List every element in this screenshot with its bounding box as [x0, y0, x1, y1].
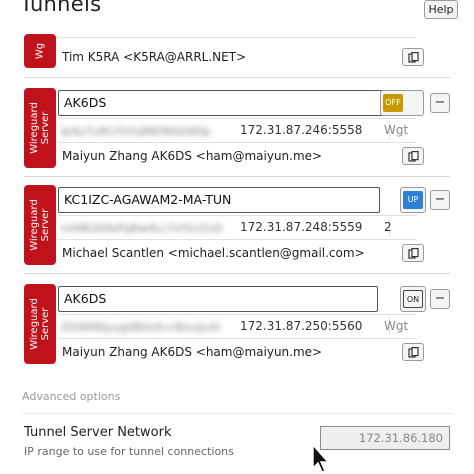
copy-button[interactable] [402, 147, 424, 165]
advanced-options-label: Advanced options [22, 390, 121, 403]
remove-tunnel-button[interactable]: − [430, 190, 450, 210]
row-divider [58, 239, 416, 240]
copy-button[interactable] [402, 343, 424, 361]
state-badge: ON [403, 290, 423, 308]
server-type-label: Wg [34, 42, 46, 60]
server-type-tab: Wg [24, 34, 56, 68]
server-type-label: Wireguard Server [29, 199, 51, 251]
contact-text: Michael Scantlen <michael.scantlen@gmail… [62, 246, 365, 260]
tunnel-extra-field[interactable]: 2 [384, 218, 392, 236]
tunnel-state-toggle[interactable]: ON [400, 286, 426, 312]
public-key-text: mH8t2k9sPqRw4Lc7xYb1Zv0 [61, 222, 223, 234]
row-divider [58, 142, 416, 143]
row-divider [58, 338, 416, 339]
tunnel-extra-field[interactable]: Wgt [384, 317, 408, 335]
page-title: Tunnels [20, 0, 102, 16]
tunnel-card: Wireguard Server KC1IZC-AGAWAM2-MA-TUN U… [24, 185, 450, 267]
endpoint-text: 172.31.87.246:5558 [240, 121, 390, 139]
tunnel-card: Wireguard Server AK6DS OFF − Ip4y7u9Cr5r… [24, 88, 450, 170]
tunnel-network-input[interactable]: 172.31.86.180 [320, 426, 450, 450]
public-key-text: Ip4y7u9Cr5rfvjRN3KbG6Dp [61, 125, 211, 137]
tunnel-extra-field[interactable]: Wgt [384, 121, 408, 139]
copy-button[interactable] [402, 244, 424, 262]
tunnel-state-toggle[interactable]: UP [400, 187, 426, 213]
advanced-divider [22, 413, 452, 414]
callsign-input[interactable]: KC1IZC-AGAWAM2-MA-TUN [58, 187, 380, 213]
contact-text: Maiyun Zhang AK6DS <ham@maiyun.me> [62, 345, 323, 359]
tunnel-network-title: Tunnel Server Network [24, 425, 172, 440]
row-divider [58, 37, 416, 38]
tunnel-state-toggle[interactable]: OFF [380, 90, 424, 116]
server-type-tab: Wireguard Server [24, 88, 56, 168]
card-divider [24, 176, 450, 177]
server-type-tab: Wireguard Server [24, 185, 56, 265]
contact-text: Maiyun Zhang AK6DS <ham@maiyun.me> [62, 149, 323, 163]
tunnel-card: Wireguard Server AK6DS ON − ZDlWWlpvgbBH… [24, 284, 450, 366]
remove-tunnel-button[interactable]: − [430, 93, 450, 113]
contact-text: Tim K5RA <K5RA@ARRL.NET> [62, 50, 247, 64]
tunnel-network-subtitle: IP range to use for tunnel connections [24, 445, 234, 458]
endpoint-text: 172.31.87.248:5559 [240, 218, 390, 236]
callsign-input[interactable]: AK6DS [58, 286, 378, 312]
state-badge: OFF [383, 94, 403, 112]
clipboard-icon [408, 151, 419, 162]
row-divider [58, 215, 416, 216]
state-badge: UP [403, 191, 423, 209]
clipboard-icon [408, 52, 419, 63]
mouse-pointer-icon [312, 444, 330, 473]
card-divider [24, 273, 450, 274]
row-divider [58, 314, 416, 315]
callsign-input[interactable]: AK6DS [58, 90, 402, 116]
public-key-text: ZDlWWlpvgbBHvfx+Nmsbx0 [61, 321, 220, 333]
remove-tunnel-button[interactable]: − [430, 289, 450, 309]
copy-button[interactable] [402, 48, 424, 66]
clipboard-icon [408, 248, 419, 259]
endpoint-text: 172.31.87.250:5560 [240, 317, 390, 335]
server-type-label: Wireguard Server [29, 102, 51, 154]
help-button[interactable]: Help [424, 0, 458, 19]
server-type-label: Wireguard Server [29, 298, 51, 350]
row-divider [58, 118, 416, 119]
clipboard-icon [408, 347, 419, 358]
server-type-tab: Wireguard Server [24, 284, 56, 364]
tunnel-card: Wg Tim K5RA <K5RA@ARRL.NET> [24, 34, 450, 68]
card-divider [24, 77, 450, 78]
